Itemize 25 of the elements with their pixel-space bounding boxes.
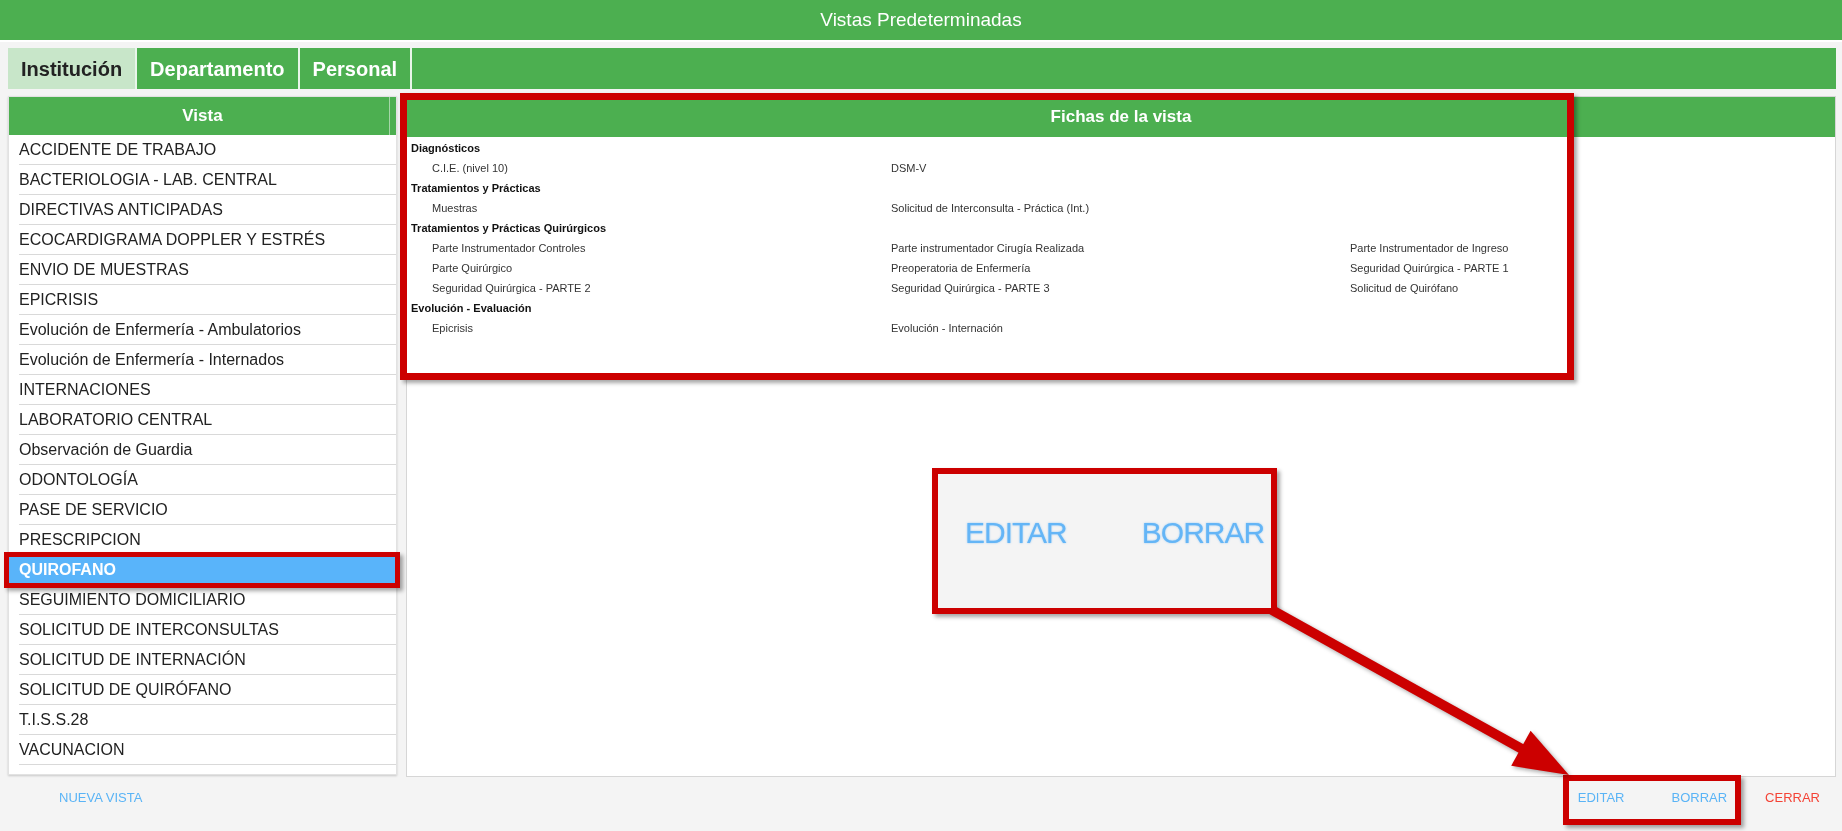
form-item: DSM-V [891, 161, 927, 176]
panel-header: Fichas de la vista [407, 97, 1835, 137]
form-item: Seguridad Quirúrgica - PARTE 2 [432, 281, 591, 296]
form-item: Parte instrumentador Cirugía Realizada [891, 241, 1085, 256]
column-header: Vista [9, 97, 396, 135]
form-item: Parte Instrumentador Controles [432, 241, 586, 256]
form-item: Parte Instrumentador de Ingreso [1350, 241, 1509, 256]
group-title: Tratamientos y Prácticas Quirúrgicos [411, 221, 608, 236]
inset-label: EDITAR [965, 515, 1067, 551]
form-item: Solicitud de Interconsulta - Práctica (Int.) [891, 201, 1090, 216]
form-item: Seguridad Quirúrgica - PARTE 1 [1350, 261, 1509, 276]
inset-label: BORRAR [1141, 515, 1265, 551]
form-item: Epicrisis [432, 321, 473, 336]
form-item: Muestras [432, 201, 478, 216]
form-item: Seguridad Quirúrgica - PARTE 3 [891, 281, 1050, 296]
group-title: Tratamientos y Prácticas [411, 181, 542, 196]
tab[interactable]: Institución [8, 48, 138, 89]
form-item: Parte Quirúrgico [432, 261, 513, 276]
window-title: Vistas Predeterminadas [820, 7, 1022, 32]
group-title: Evolución - Evaluación [411, 301, 533, 316]
form-item: C.I.E. (nivel 10) [432, 161, 508, 176]
form-item: Solicitud de Quirófano [1350, 281, 1459, 296]
form-item: Evolución - Internación [891, 321, 1003, 336]
form-item: Preoperatoria de Enfermería [891, 261, 1031, 276]
group-title: Diagnósticos [411, 141, 482, 156]
